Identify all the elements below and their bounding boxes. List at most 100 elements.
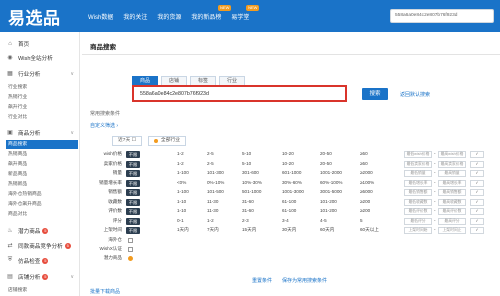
sidebar-item-potential[interactable]: ♨ 潜力商品 5: [0, 225, 80, 236]
filter-option[interactable]: 20-50: [320, 151, 332, 156]
filter-option[interactable]: 4-5: [320, 218, 327, 223]
filter-option[interactable]: ≥2000: [360, 170, 373, 175]
sidebar-item-product[interactable]: ▣ 商品分析 ∨: [0, 127, 80, 138]
search-button[interactable]: 搜索: [362, 88, 388, 100]
filter-option[interactable]: 15天内: [242, 227, 256, 233]
filter-any-badge[interactable]: 不限: [126, 170, 140, 177]
sidebar-sub-industry-search[interactable]: 行业搜索: [6, 83, 78, 92]
filter-min-input[interactable]: 最低评价数: [404, 208, 432, 215]
filter-option[interactable]: 11-30: [207, 208, 218, 213]
filter-option[interactable]: 60%-100%: [320, 180, 342, 185]
filter-option[interactable]: 3001-5000: [320, 189, 342, 194]
filter-max-input[interactable]: 最高增长率: [438, 179, 466, 187]
filter-min-input[interactable]: 最低增长率: [404, 179, 432, 187]
filter-min-input[interactable]: 最低卖家价格: [404, 160, 432, 168]
sidebar-item-same-product[interactable]: ⇄ 同款商品竞争分析 5: [0, 240, 80, 251]
filter-option[interactable]: ≥100%: [360, 180, 374, 185]
filter-any-badge[interactable]: 不限: [126, 198, 140, 206]
filter-any-badge[interactable]: 不限: [126, 151, 140, 158]
reset-default-link[interactable]: 返回默认搜索: [400, 91, 430, 98]
filter-option[interactable]: 601-1000: [282, 170, 301, 175]
tab-industry[interactable]: 行业: [219, 76, 245, 85]
filter-option[interactable]: 20-50: [320, 161, 332, 166]
sidebar-sub-industry-compare[interactable]: 行业对比: [6, 113, 78, 122]
tab-tag[interactable]: 标签: [190, 76, 216, 85]
filter-any-badge[interactable]: 不限: [126, 217, 140, 225]
filter-checkbox[interactable]: [128, 255, 133, 261]
filter-option[interactable]: 501-1000: [242, 189, 261, 194]
confirm-icon[interactable]: ✓: [470, 179, 484, 187]
filter-option[interactable]: ≥200: [360, 208, 370, 213]
filter-option[interactable]: <0%: [177, 180, 186, 185]
filter-option[interactable]: 1-100: [177, 189, 189, 194]
filter-max-input[interactable]: 最高卖家价格: [438, 160, 466, 168]
filter-option[interactable]: 2-3: [242, 218, 249, 223]
filter-option[interactable]: 0%-10%: [207, 180, 224, 185]
filter-max-input[interactable]: 上架时间止: [438, 227, 466, 234]
nav-my-follow[interactable]: 我的关注: [123, 12, 147, 21]
filter-option[interactable]: 31-60: [242, 208, 254, 213]
confirm-icon[interactable]: ✓: [470, 170, 484, 177]
filter-max-input[interactable]: 最高收藏数: [438, 198, 466, 206]
sidebar-item-imitation-check[interactable]: ⛨ 仿品检查 5: [0, 255, 80, 266]
filter-checkbox[interactable]: [128, 237, 133, 243]
confirm-icon[interactable]: ✓: [470, 198, 484, 206]
filter-option[interactable]: 1-100: [177, 170, 189, 175]
filter-option[interactable]: 1-2: [207, 218, 214, 223]
batch-download-link[interactable]: 批量下载商品: [90, 288, 120, 295]
filter-max-input[interactable]: 最高销售额: [438, 189, 466, 196]
sidebar-sub-rising-industry[interactable]: 飙升行业: [6, 103, 78, 112]
filter-option[interactable]: 61-100: [282, 199, 296, 204]
confirm-icon[interactable]: ✓: [470, 208, 484, 215]
sidebar-sub-rising-product[interactable]: 飙升商品: [6, 160, 78, 169]
sidebar-sub-new-product[interactable]: 新品商品: [6, 170, 78, 179]
filter-min-input[interactable]: 上架时间始: [404, 227, 432, 234]
filter-option[interactable]: 101-300: [207, 170, 224, 175]
filter-option[interactable]: ≥200: [360, 199, 370, 204]
filter-any-badge[interactable]: 不限: [126, 160, 140, 168]
filter-option[interactable]: 2-5: [207, 161, 214, 166]
filter-max-input[interactable]: 最高评价数: [438, 208, 466, 215]
filter-option[interactable]: 5-10: [242, 151, 251, 156]
filter-checkbox[interactable]: [128, 246, 133, 252]
filter-option[interactable]: 30天内: [282, 227, 296, 233]
sidebar-sub-hot-product[interactable]: 热销商品: [6, 150, 78, 159]
filter-any-badge[interactable]: 不限: [126, 179, 140, 187]
filter-min-input[interactable]: 最低收藏数: [404, 198, 432, 206]
filter-option[interactable]: 1天内: [177, 227, 189, 233]
filter-option[interactable]: 61-100: [282, 208, 296, 213]
confirm-icon[interactable]: ✓: [470, 227, 484, 234]
confirm-icon[interactable]: ✓: [470, 217, 484, 225]
filter-any-badge[interactable]: 不限: [126, 189, 140, 196]
filter-option[interactable]: 60天内: [320, 227, 334, 233]
confirm-icon[interactable]: ✓: [470, 160, 484, 168]
filter-any-badge[interactable]: 不限: [126, 227, 140, 234]
logo[interactable]: 易选品: [8, 4, 61, 29]
custom-filter-toggle[interactable]: 自定义筛选 ›: [90, 122, 118, 129]
filter-option[interactable]: 5: [360, 218, 363, 223]
sidebar-item-store[interactable]: ▤ 店铺分析 5 ∨: [0, 271, 80, 282]
reset-conditions-link[interactable]: 重置条件: [252, 277, 272, 284]
confirm-icon[interactable]: ✓: [470, 189, 484, 196]
filter-option[interactable]: 10-20: [282, 151, 294, 156]
filter-option[interactable]: ≥50: [360, 151, 368, 156]
filter-option[interactable]: 1001-2000: [320, 170, 342, 175]
sidebar-sub-product-search[interactable]: 商品搜索: [6, 140, 78, 149]
time-range-select[interactable]: 近7天 ☐: [112, 136, 142, 146]
header-search-input[interactable]: 558a6a0e84c2e807b76f923d: [390, 9, 494, 23]
filter-min-input[interactable]: 最低销售额: [404, 189, 432, 196]
filter-max-input[interactable]: 最高评分: [438, 217, 466, 225]
filter-any-badge[interactable]: 不限: [126, 208, 140, 215]
filter-option[interactable]: 1001-3000: [282, 189, 304, 194]
filter-option[interactable]: 2-5: [207, 151, 214, 156]
tab-product[interactable]: 商品: [132, 76, 158, 85]
sidebar-item-home[interactable]: ⌂ 首页: [0, 38, 80, 49]
filter-option[interactable]: 1-10: [177, 208, 186, 213]
filter-option[interactable]: 31-60: [242, 199, 254, 204]
filter-option[interactable]: 1-10: [177, 199, 186, 204]
filter-option[interactable]: 101-500: [207, 189, 224, 194]
filter-option[interactable]: 60天以上: [360, 227, 379, 233]
common-conditions-label[interactable]: 常用搜索条件: [90, 110, 120, 117]
sidebar-sub-overseas-hot[interactable]: 海外仓热销商品: [6, 190, 78, 199]
filter-option[interactable]: 1-2: [177, 151, 184, 156]
